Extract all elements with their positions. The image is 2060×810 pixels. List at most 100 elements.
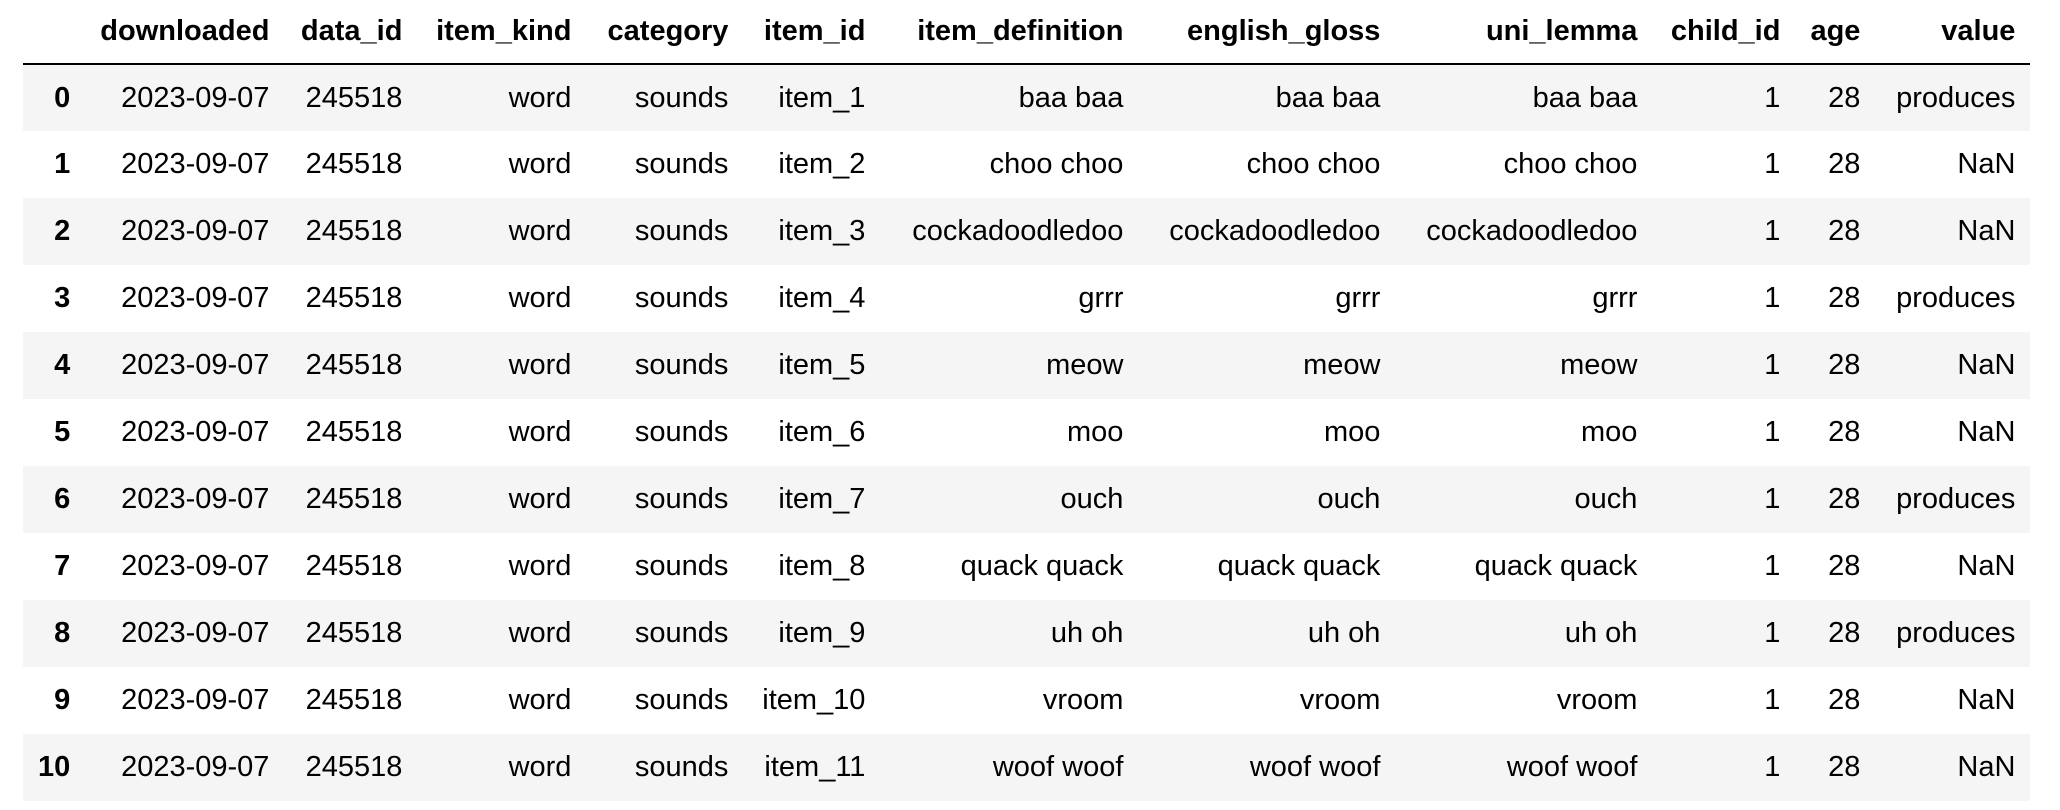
table-row: 5 2023-09-07 245518 word sounds item_6 moo moo m…: [23, 399, 2031, 466]
cell-category: sounds: [634, 81, 729, 114]
row-index: 5: [54, 416, 71, 448]
cell-data-id: 245518: [305, 148, 403, 180]
cell-category: sounds: [634, 483, 729, 515]
cell-item-id: item_2: [778, 148, 866, 180]
row-index: 10: [38, 751, 71, 783]
cell-age: 28: [1828, 617, 1861, 649]
cell-category: sounds: [634, 215, 729, 247]
cell-category: sounds: [634, 751, 729, 783]
cell-data-id: 245518: [305, 215, 403, 247]
dataframe-table: downloaded data_id item_kind category it…: [23, 0, 2031, 801]
cell-english-gloss: uh oh: [1307, 617, 1381, 649]
cell-item-kind: word: [508, 617, 572, 649]
table-row: 6 2023-09-07 245518 word sounds item_7 ouch ouc…: [23, 466, 2031, 533]
cell-data-id: 245518: [305, 751, 403, 783]
cell-item-id: item_10: [762, 684, 866, 716]
table-row: 9 2023-09-07 245518 word sounds item_10 vroom v…: [23, 667, 2031, 734]
cell-age: 28: [1828, 148, 1861, 180]
cell-child-id: 1: [1764, 751, 1781, 783]
cell-downloaded: 2023-09-07: [121, 349, 270, 381]
cell-age: 28: [1828, 215, 1861, 247]
cell-item-id: item_5: [778, 349, 866, 381]
cell-item-id: item_8: [778, 550, 866, 582]
cell-age: 28: [1828, 684, 1861, 716]
cell-child-id: 1: [1764, 215, 1781, 247]
cell-downloaded: 2023-09-07: [121, 215, 270, 247]
cell-data-id: 245518: [305, 81, 403, 114]
header-row: downloaded data_id item_kind category it…: [23, 0, 2031, 65]
table-row: 1 2023-09-07 245518 word sounds item_2 choo ch…: [23, 131, 2031, 198]
cell-uni-lemma: baa baa: [1532, 81, 1638, 114]
cell-data-id: 245518: [305, 684, 403, 716]
cell-child-id: 1: [1764, 617, 1781, 649]
cell-downloaded: 2023-09-07: [121, 81, 270, 114]
cell-item-kind: word: [508, 349, 572, 381]
cell-uni-lemma: cockadoodledoo: [1426, 215, 1638, 247]
cell-item-kind: word: [508, 684, 572, 716]
cell-category: sounds: [634, 684, 729, 716]
cell-value: NaN: [1957, 416, 2016, 448]
cell-item-id: item_11: [764, 751, 866, 783]
row-index: 0: [54, 81, 71, 114]
cell-child-id: 1: [1764, 550, 1781, 582]
cell-age: 28: [1828, 282, 1861, 314]
cell-child-id: 1: [1764, 416, 1781, 448]
column-header-item-definition: item_definition: [880, 0, 1139, 65]
row-index: 4: [54, 349, 71, 381]
cell-uni-lemma: woof woof: [1506, 751, 1638, 783]
cell-english-gloss: meow: [1303, 349, 1381, 381]
cell-data-id: 245518: [305, 349, 403, 381]
cell-downloaded: 2023-09-07: [121, 416, 270, 448]
index-header: [23, 0, 86, 65]
cell-data-id: 245518: [305, 483, 403, 515]
row-index: 9: [54, 684, 71, 716]
table-row: 2 2023-09-07 245518 word sounds item_3 cockado…: [23, 198, 2031, 265]
cell-data-id: 245518: [305, 416, 403, 448]
cell-value: NaN: [1957, 684, 2016, 716]
table-row: 8 2023-09-07 245518 word sounds item_9 uh oh uh…: [23, 600, 2031, 667]
table-row: 7 2023-09-07 245518 word sounds item_8 quack q…: [23, 533, 2031, 600]
cell-uni-lemma: moo: [1581, 416, 1638, 448]
cell-data-id: 245518: [305, 550, 403, 582]
cell-item-id: item_6: [778, 416, 866, 448]
cell-item-kind: word: [508, 215, 572, 247]
column-header-value: value: [1875, 0, 2031, 65]
cell-item-id: item_7: [778, 483, 866, 515]
column-header-data-id: data_id: [284, 0, 418, 65]
column-header-age: age: [1795, 0, 1876, 65]
cell-value: NaN: [1957, 148, 2016, 180]
table-row: 0 2023-09-07 245518 word sounds item_1 baa baa…: [23, 64, 2031, 131]
cell-age: 28: [1828, 416, 1861, 448]
cell-downloaded: 2023-09-07: [121, 148, 270, 180]
cell-item-kind: word: [508, 81, 572, 114]
cell-age: 28: [1828, 483, 1861, 515]
cell-item-definition: baa baa: [1018, 81, 1124, 114]
cell-age: 28: [1828, 81, 1861, 114]
column-header-english-gloss: english_gloss: [1138, 0, 1396, 65]
cell-english-gloss: vroom: [1299, 684, 1381, 716]
cell-age: 28: [1828, 751, 1861, 783]
cell-item-definition: cockadoodledoo: [912, 215, 1124, 247]
cell-item-id: item_3: [778, 215, 866, 247]
row-index: 6: [54, 483, 71, 515]
cell-age: 28: [1828, 349, 1861, 381]
cell-item-kind: word: [508, 282, 572, 314]
cell-value: produces: [1896, 282, 2016, 314]
cell-english-gloss: ouch: [1317, 483, 1381, 515]
cell-item-definition: moo: [1067, 416, 1124, 448]
cell-child-id: 1: [1764, 81, 1781, 114]
table-header: downloaded data_id item_kind category it…: [23, 0, 2031, 65]
cell-uni-lemma: ouch: [1574, 483, 1638, 515]
column-header-item-kind: item_kind: [417, 0, 587, 65]
cell-data-id: 245518: [305, 282, 403, 314]
cell-uni-lemma: grrr: [1592, 282, 1638, 314]
cell-value: produces: [1896, 81, 2016, 114]
cell-child-id: 1: [1764, 349, 1781, 381]
cell-english-gloss: quack quack: [1217, 550, 1381, 582]
cell-downloaded: 2023-09-07: [121, 751, 270, 783]
cell-item-definition: grrr: [1078, 282, 1124, 314]
cell-value: produces: [1896, 617, 2016, 649]
cell-item-definition: ouch: [1060, 483, 1124, 515]
cell-downloaded: 2023-09-07: [121, 483, 270, 515]
cell-english-gloss: moo: [1324, 416, 1381, 448]
